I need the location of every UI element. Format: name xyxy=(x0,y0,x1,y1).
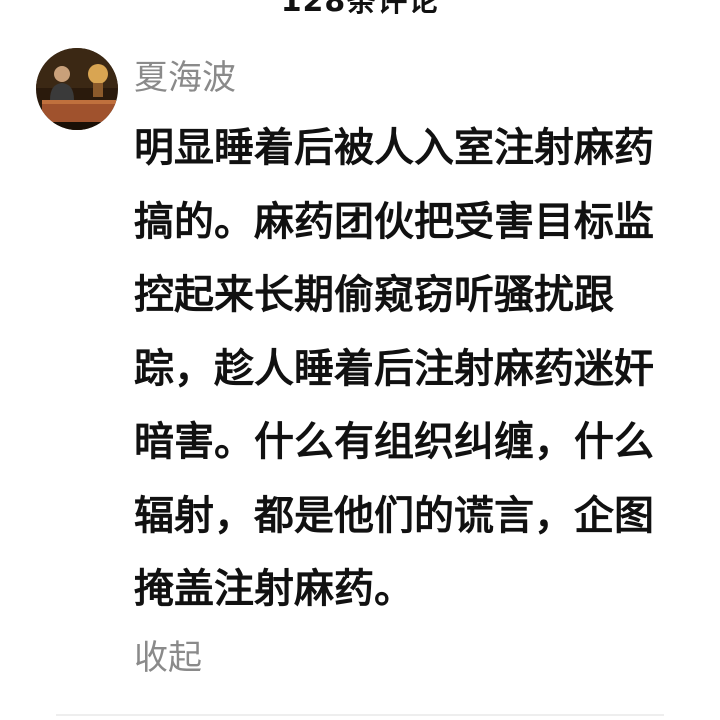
comment-count-title: 128条评论 xyxy=(280,0,440,19)
divider xyxy=(56,714,664,716)
collapse-button[interactable]: 收起 xyxy=(134,636,202,680)
comment-username[interactable]: 夏海波 xyxy=(134,56,236,100)
user-avatar-icon xyxy=(36,48,118,130)
avatar[interactable] xyxy=(36,48,118,130)
comment-text: 明显睡着后被人入室注射麻药搞的。麻药团伙把受害目标监控起来长期偷窥窃听骚扰跟踪，… xyxy=(134,125,654,612)
